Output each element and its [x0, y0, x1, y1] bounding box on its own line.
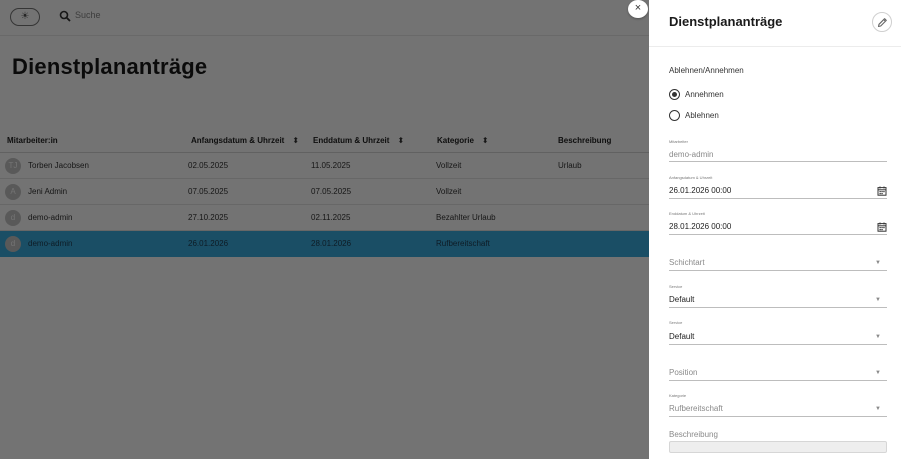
chevron-down-icon: ▼ — [875, 334, 881, 340]
radio-accept[interactable]: Annehmen — [669, 89, 869, 101]
description: Urlaub — [558, 161, 582, 170]
employee-name: demo-admin — [28, 213, 73, 222]
start-date: 02.05.2025 — [188, 161, 229, 170]
column-header-description[interactable]: Beschreibung — [558, 136, 611, 145]
column-header-end[interactable]: Enddatum & Uhrzeit ⬍ — [313, 136, 404, 145]
employee-name: Jeni Admin — [28, 187, 68, 196]
start-date: 27.10.2025 — [188, 213, 229, 222]
radio-dot — [672, 92, 677, 97]
end-date: 02.11.2025 — [311, 213, 351, 222]
chevron-down-icon: ▼ — [875, 406, 881, 412]
end-date: 28.01.2026 — [311, 239, 352, 248]
search-placeholder: Suche — [75, 10, 101, 20]
service-value-1: Default — [669, 295, 695, 304]
radio-circle[interactable] — [669, 110, 680, 121]
column-header-employee[interactable]: Mitarbeiter:in — [7, 136, 58, 145]
service-value-2: Default — [669, 332, 695, 341]
end-date: 11.05.2025 — [311, 161, 351, 170]
search-icon — [59, 10, 71, 22]
shift-type-select[interactable]: Schichtart ▼ — [669, 254, 887, 271]
category: Vollzeit — [436, 161, 462, 170]
background-page: ☀ Suche Dienstplananträge Mitarbeiter:in… — [0, 0, 649, 459]
service-label-2: Service — [669, 320, 683, 325]
employee-field-label: Mitarbeiter — [669, 139, 688, 144]
avatar: d — [5, 236, 21, 252]
table-row-selected[interactable]: d demo-admin 26.01.2026 28.01.2026 Rufbe… — [0, 231, 649, 257]
chevron-down-icon: ▼ — [875, 370, 881, 376]
category: Rufbereitschaft — [436, 239, 490, 248]
category: Vollzeit — [436, 187, 462, 196]
page-title: Dienstplananträge — [12, 54, 208, 79]
category-label: Kategorie — [669, 393, 687, 398]
end-datetime-field[interactable]: Enddatum & Uhrzeit 28.01.2026 00:00 — [669, 211, 887, 235]
description-textarea[interactable] — [669, 441, 887, 453]
sort-icon[interactable]: ⬍ — [292, 136, 299, 145]
category: Bezahlter Urlaub — [436, 213, 496, 222]
calendar-icon[interactable] — [877, 222, 887, 232]
requests-table: Mitarbeiter:in Anfangsdatum & Uhrzeit ⬍ E… — [0, 128, 649, 257]
avatar: d — [5, 210, 21, 226]
panel-title: Dienstplananträge — [669, 14, 783, 29]
pencil-icon — [877, 18, 887, 28]
end-date: 07.05.2025 — [311, 187, 352, 196]
radio-accept-label: Annehmen — [685, 90, 724, 99]
employee-name: Torben Jacobsen — [28, 161, 89, 170]
close-panel-button[interactable]: × — [628, 0, 648, 18]
column-header-category[interactable]: Kategorie ⬍ — [437, 136, 489, 145]
calendar-icon[interactable] — [877, 186, 887, 196]
table-header: Mitarbeiter:in Anfangsdatum & Uhrzeit ⬍ E… — [0, 128, 649, 153]
avatar: A — [5, 184, 21, 200]
chevron-down-icon: ▼ — [875, 297, 881, 303]
shift-type-placeholder: Schichtart — [669, 258, 705, 267]
panel-header: Dienstplananträge — [649, 0, 901, 47]
start-date: 07.05.2025 — [188, 187, 229, 196]
employee-field-value: demo-admin — [669, 150, 714, 159]
category-value: Rufbereitschaft — [669, 404, 723, 413]
edit-button[interactable] — [872, 12, 892, 32]
position-placeholder: Position — [669, 368, 698, 377]
start-datetime-value: 26.01.2026 00:00 — [669, 186, 732, 195]
position-select[interactable]: Position ▼ — [669, 363, 887, 381]
request-detail-panel: Dienstplananträge Ablehnen/Annehmen Anne… — [649, 0, 901, 459]
start-datetime-label: Anfangsdatum & Uhrzeit — [669, 175, 713, 180]
employee-name: demo-admin — [28, 239, 73, 248]
radio-circle[interactable] — [669, 89, 680, 100]
decision-label: Ablehnen/Annehmen — [669, 66, 744, 75]
chevron-down-icon: ▼ — [875, 260, 881, 266]
top-bar: ☀ Suche — [0, 0, 649, 36]
theme-toggle[interactable]: ☀ — [10, 8, 40, 26]
start-date: 26.01.2026 — [188, 239, 229, 248]
avatar: TJ — [5, 158, 21, 174]
table-row[interactable]: TJ Torben Jacobsen 02.05.2025 11.05.2025… — [0, 153, 649, 179]
description-label: Beschreibung — [669, 430, 718, 439]
employee-field: Mitarbeiter demo-admin — [669, 139, 887, 162]
search-input[interactable]: Suche — [53, 8, 643, 26]
start-datetime-field[interactable]: Anfangsdatum & Uhrzeit 26.01.2026 00:00 — [669, 175, 887, 199]
service-select-1[interactable]: Service Default ▼ — [669, 284, 887, 308]
sort-icon[interactable]: ⬍ — [482, 136, 489, 145]
radio-reject[interactable]: Ablehnen — [669, 110, 869, 122]
table-row[interactable]: A Jeni Admin 07.05.2025 07.05.2025 Vollz… — [0, 179, 649, 205]
category-select[interactable]: Kategorie Rufbereitschaft ▼ — [669, 393, 887, 417]
end-datetime-label: Enddatum & Uhrzeit — [669, 211, 705, 216]
end-datetime-value: 28.01.2026 00:00 — [669, 222, 732, 231]
service-label-1: Service — [669, 284, 683, 289]
service-select-2[interactable]: Service Default ▼ — [669, 320, 887, 345]
sort-icon[interactable]: ⬍ — [397, 136, 404, 145]
sun-icon: ☀ — [20, 11, 30, 22]
table-row[interactable]: d demo-admin 27.10.2025 02.11.2025 Bezah… — [0, 205, 649, 231]
column-header-start[interactable]: Anfangsdatum & Uhrzeit ⬍ — [191, 136, 299, 145]
radio-reject-label: Ablehnen — [685, 111, 719, 120]
